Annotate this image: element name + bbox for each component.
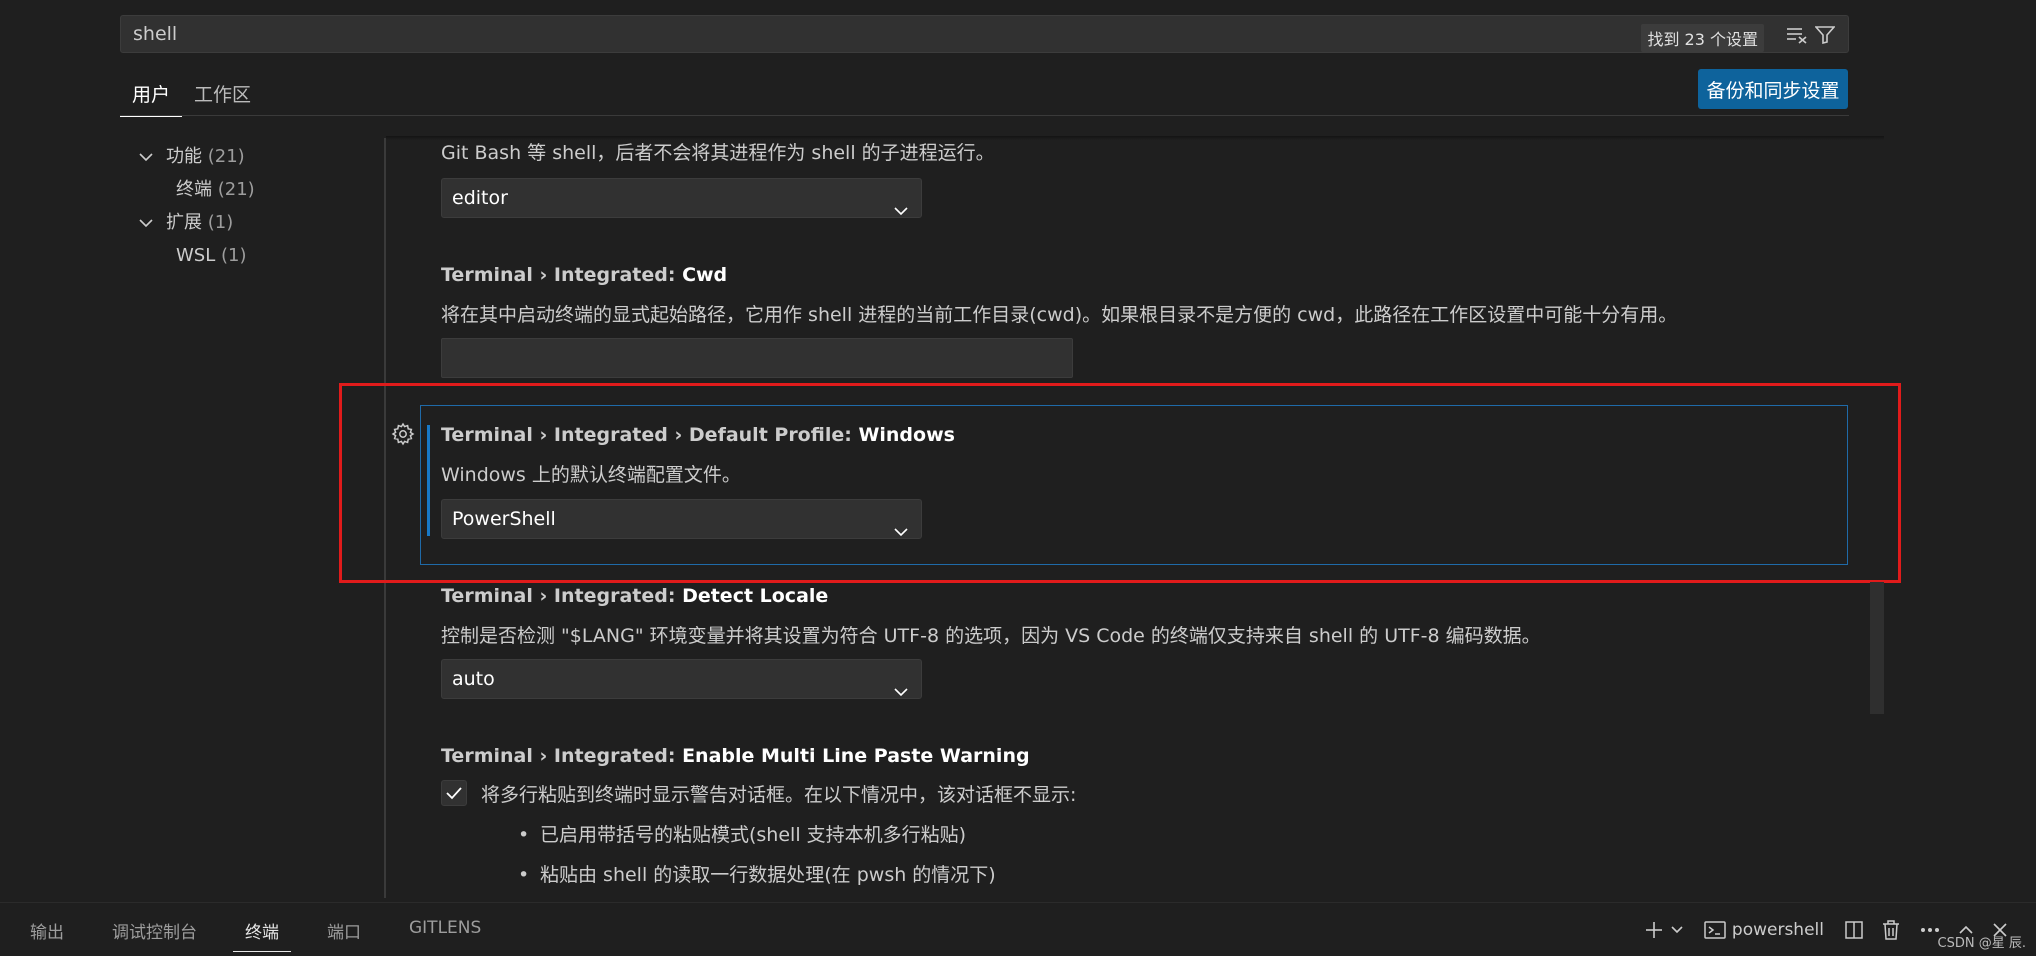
scrollbar-thumb[interactable] [1870,582,1884,714]
new-terminal-icon[interactable] [1644,920,1664,940]
tab-terminal[interactable]: 终端 [233,912,291,952]
settings-toc: 功能 (21) 终端 (21) 扩展 (1) WSL (1) [138,140,255,272]
detect-locale-dropdown[interactable]: auto [441,659,922,699]
tab-ports[interactable]: 端口 [315,912,373,952]
toc-item-terminal[interactable]: 终端 (21) [138,173,255,206]
settings-search-bar[interactable]: 找到 23 个设置 [120,15,1849,53]
setting-description-multi-line-paste: 将多行粘贴到终端时显示警告对话框。在以下情况中，该对话框不显示: [481,784,1077,806]
trash-icon[interactable] [1882,920,1900,940]
chevron-down-icon [893,512,909,550]
chevron-down-icon[interactable] [1670,925,1684,935]
dropdown-value: auto [452,668,495,690]
cwd-input[interactable] [441,338,1073,378]
terminal-name: powershell [1731,920,1824,940]
setting-title-detect-locale: Terminal › Integrated: Detect Locale [441,585,829,607]
setting-description: Git Bash 等 shell，后者不会将其进程作为 shell 的子进程运行… [441,142,995,164]
terminal-selector[interactable]: powershell [1704,920,1824,940]
toc-item-features[interactable]: 功能 (21) [138,140,255,173]
tab-gitlens[interactable]: GITLENS [397,912,493,952]
chevron-down-icon [893,672,909,710]
list-item: • 粘贴由 shell 的读取一行数据处理(在 pwsh 的情况下) [518,864,996,886]
setting-title-cwd: Terminal › Integrated: Cwd [441,264,728,286]
setting-dropdown[interactable]: editor [441,178,922,218]
dropdown-value: PowerShell [452,508,556,530]
toc-item-wsl[interactable]: WSL (1) [138,239,255,272]
dropdown-value: editor [452,187,508,209]
backup-sync-button[interactable]: 备份和同步设置 [1698,69,1848,109]
clear-filter-icon[interactable] [1786,25,1808,45]
setting-title-default-profile: Terminal › Integrated › Default Profile:… [441,424,955,446]
setting-title-multi-line-paste: Terminal › Integrated: Enable Multi Line… [441,745,1030,767]
list-item: • 已启用带括号的粘贴模式(shell 支持本机多行粘贴) [518,824,967,846]
toc-divider [384,138,386,898]
tab-debug-console[interactable]: 调试控制台 [100,912,209,952]
search-result-count: 找到 23 个设置 [1641,24,1764,52]
chevron-down-icon [893,191,909,229]
gear-icon[interactable] [391,422,415,446]
watermark: CSDN @星 辰. [1937,936,2026,951]
tab-workspace[interactable]: 工作区 [182,70,263,117]
chevron-down-icon [138,206,166,239]
default-profile-dropdown[interactable]: PowerShell [441,499,922,539]
chevron-down-icon [138,140,166,173]
toc-item-extensions[interactable]: 扩展 (1) [138,206,255,239]
setting-description-default-profile: Windows 上的默认终端配置文件。 [441,464,741,486]
focus-indicator [427,425,430,536]
panel-divider [0,902,2036,903]
setting-description-cwd: 将在其中启动终端的显式起始路径，它用作 shell 进程的当前工作目录(cwd)… [441,304,1678,326]
terminal-icon [1704,921,1726,939]
tab-output[interactable]: 输出 [18,912,76,952]
split-terminal-icon[interactable] [1844,920,1864,940]
checkmark-icon [446,787,462,800]
tab-user[interactable]: 用户 [120,70,183,117]
multi-line-paste-checkbox[interactable] [441,780,467,806]
search-input[interactable] [131,16,1331,52]
panel-tabs: 输出 调试控制台 终端 端口 GITLENS [18,912,517,952]
settings-scope-tabs: 用户 工作区 [120,70,263,117]
filter-icon[interactable] [1814,25,1836,45]
setting-description-detect-locale: 控制是否检测 "$LANG" 环境变量并将其设置为符合 UTF-8 的选项，因为… [441,625,1541,647]
tabs-divider [120,115,1849,116]
